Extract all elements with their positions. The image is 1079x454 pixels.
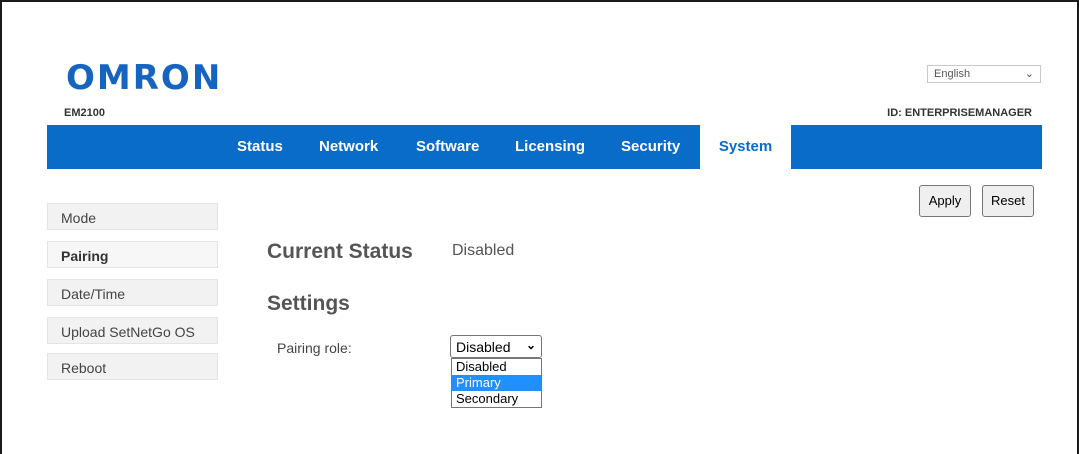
sidebar-item-mode[interactable]: Mode: [47, 203, 218, 230]
option-disabled[interactable]: Disabled: [452, 359, 541, 375]
pairing-role-dropdown: Disabled Primary Secondary: [451, 358, 542, 408]
pairing-role-label: Pairing role:: [277, 340, 352, 356]
reset-button[interactable]: Reset: [982, 185, 1034, 217]
tab-network[interactable]: Network: [319, 125, 378, 169]
tab-system[interactable]: System: [700, 125, 791, 169]
current-status-value: Disabled: [452, 242, 515, 259]
model-label: EM2100: [64, 107, 105, 119]
option-secondary[interactable]: Secondary: [452, 391, 541, 407]
language-select[interactable]: English ⌄: [927, 65, 1041, 83]
sidebar-item-date-time[interactable]: Date/Time: [47, 279, 218, 306]
tab-status[interactable]: Status: [237, 125, 283, 169]
device-id: ID: ENTERPRISEMANAGER: [887, 107, 1032, 119]
tab-security[interactable]: Security: [621, 125, 680, 169]
option-primary[interactable]: Primary: [452, 375, 541, 391]
omron-logo: OMRON: [66, 58, 223, 98]
chevron-down-icon: ⌄: [1024, 68, 1034, 80]
sidebar-item-pairing[interactable]: Pairing: [47, 241, 218, 268]
pairing-role-value: Disabled: [456, 339, 511, 355]
settings-heading: Settings: [267, 292, 350, 315]
tab-software[interactable]: Software: [416, 125, 479, 169]
current-status-heading: Current Status: [267, 240, 413, 263]
tab-licensing[interactable]: Licensing: [515, 125, 585, 169]
sidebar-item-upload-os[interactable]: Upload SetNetGo OS: [47, 317, 218, 344]
chevron-down-icon: ⌄: [525, 338, 536, 352]
apply-button[interactable]: Apply: [919, 185, 971, 217]
language-selected-value: English: [934, 68, 971, 80]
sidebar-item-reboot[interactable]: Reboot: [47, 353, 218, 380]
pairing-role-select[interactable]: Disabled ⌄: [450, 335, 542, 358]
